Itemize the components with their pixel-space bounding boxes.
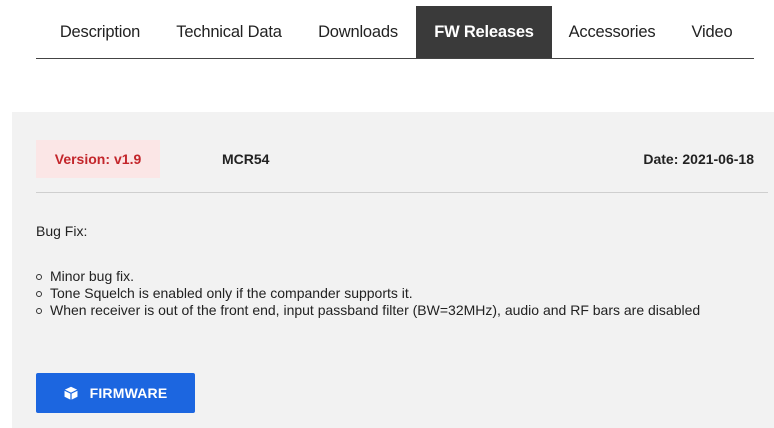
cube-icon	[64, 386, 78, 400]
section-label: Bug Fix:	[36, 223, 88, 239]
product-tabs: Description Technical Data Downloads FW …	[36, 6, 754, 59]
tab-description[interactable]: Description	[44, 6, 156, 58]
list-item: Minor bug fix.	[36, 268, 736, 285]
tab-video[interactable]: Video	[680, 6, 744, 58]
date-value: 2021-06-18	[682, 151, 754, 167]
tab-technical-data[interactable]: Technical Data	[166, 6, 292, 58]
date-label: Date:	[643, 151, 679, 167]
list-item: When receiver is out of the front end, i…	[36, 302, 736, 319]
tab-downloads[interactable]: Downloads	[308, 6, 408, 58]
firmware-button[interactable]: FIRMWARE	[36, 373, 195, 413]
divider	[36, 192, 768, 193]
model-name: MCR54	[222, 151, 270, 167]
version-label: Version:	[54, 151, 110, 167]
release-notes: Minor bug fix. Tone Squelch is enabled o…	[36, 268, 736, 319]
version-badge: Version: v1.9	[36, 140, 160, 178]
tab-fw-releases[interactable]: FW Releases	[416, 6, 552, 58]
release-panel: Version: v1.9 MCR54 Date: 2021-06-18 Bug F…	[12, 112, 774, 428]
firmware-button-label: FIRMWARE	[89, 385, 168, 401]
version-value: v1.9	[114, 151, 142, 167]
list-item: Tone Squelch is enabled only if the comp…	[36, 285, 736, 302]
tab-accessories[interactable]: Accessories	[558, 6, 666, 58]
release-date: Date: 2021-06-18	[643, 140, 754, 178]
